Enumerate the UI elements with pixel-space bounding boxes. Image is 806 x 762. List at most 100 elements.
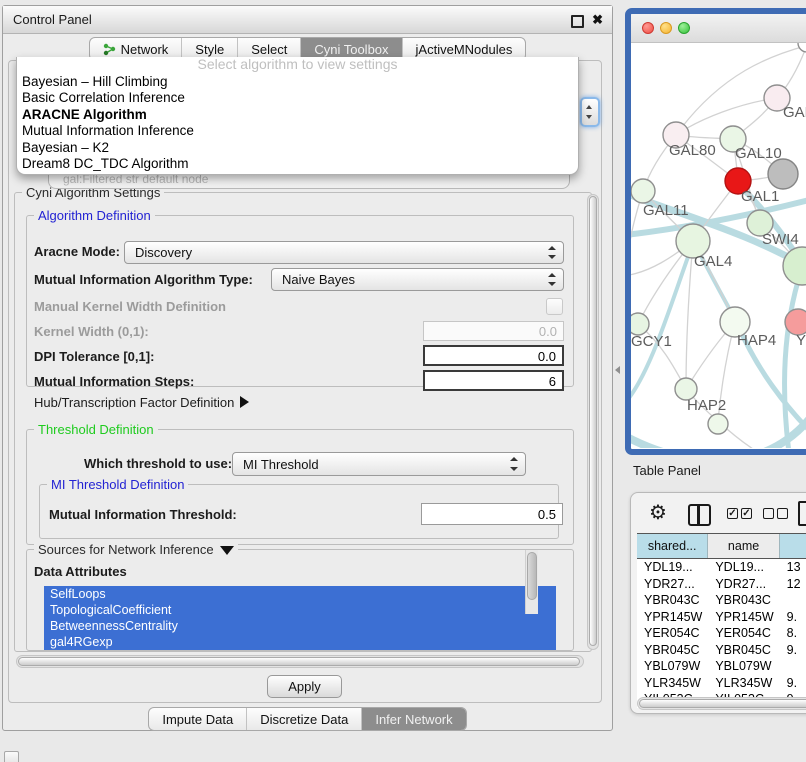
bottom-tab-impute-data[interactable]: Impute Data [149, 708, 247, 730]
table-row[interactable]: YER054CYER054C8. [637, 625, 806, 642]
node-label: HAP2 [687, 397, 726, 414]
table-cell: 13 [780, 559, 806, 576]
table-cell: 9. [780, 609, 806, 626]
mi-type-combo[interactable]: Naive Bayes [271, 268, 564, 291]
table-cell: YLR345W [708, 675, 779, 692]
bottom-tabbar: Impute DataDiscretize DataInfer Network [3, 707, 612, 731]
table-panel-window: ⚙ ✓✓ shared...name YDL19...YDL19...13YDR… [630, 492, 806, 714]
data-attribute-item[interactable]: SelfLoops [44, 586, 556, 602]
algorithm-option[interactable]: Bayesian – K2 [17, 140, 578, 156]
sources-group: Sources for Network Inference Data Attri… [26, 549, 574, 651]
gear-icon[interactable]: ⚙ [649, 500, 667, 525]
table-row[interactable]: YBL079WYBL079W [637, 658, 806, 675]
table-cell: YBR045C [637, 642, 708, 659]
network-node[interactable] [708, 414, 728, 434]
panel-divider-handle[interactable] [615, 366, 620, 374]
table-cell: 12 [780, 576, 806, 593]
table-cell: YER054C [708, 625, 779, 642]
table-row[interactable]: YBR043CYBR043C [637, 592, 806, 609]
sources-group-label[interactable]: Sources for Network Inference [34, 542, 238, 557]
table-cell: YBR043C [708, 592, 779, 609]
which-threshold-combo[interactable]: MI Threshold [232, 452, 526, 476]
node-table: shared...name YDL19...YDL19...13YDR27...… [637, 533, 806, 708]
table-cell [780, 592, 806, 609]
table-row[interactable]: YDR27...YDR27...12 [637, 576, 806, 593]
manual-kernel-checkbox[interactable] [546, 298, 563, 315]
float-panel-icon[interactable] [571, 15, 584, 28]
network-node-gal11[interactable] [631, 179, 655, 203]
combo-arrows-icon [548, 269, 556, 290]
minimize-traffic-light-icon[interactable] [660, 22, 672, 34]
aracne-mode-combo[interactable]: Discovery [124, 241, 564, 264]
table-cell: YLR345W [637, 675, 708, 692]
algorithm-option[interactable]: Basic Correlation Inference [17, 90, 578, 106]
table-cell: YDL19... [637, 559, 708, 576]
mi-threshold-input[interactable]: 0.5 [421, 503, 563, 525]
dpi-tolerance-label: DPI Tolerance [0,1]: [34, 349, 154, 364]
table-cell: YBR045C [708, 642, 779, 659]
threshold-definition-group: Threshold Definition Which threshold to … [26, 429, 574, 545]
columns-icon[interactable] [688, 504, 711, 526]
apply-button[interactable]: Apply [267, 675, 342, 698]
algorithm-option[interactable]: ARACNE Algorithm [17, 107, 578, 123]
combo-arrows-icon [548, 242, 556, 263]
algorithm-option[interactable]: Mutual Information Inference [17, 123, 578, 139]
table-cell: 9. [780, 675, 806, 692]
table-row[interactable]: YLR345WYLR345W9. [637, 675, 806, 692]
select-all-checks-icon[interactable]: ✓✓ [727, 508, 752, 519]
bottom-tab-infer-network[interactable]: Infer Network [362, 708, 465, 730]
mi-threshold-definition-label: MI Threshold Definition [47, 477, 188, 492]
mi-steps-input[interactable]: 6 [423, 370, 564, 391]
algorithm-definition-label: Algorithm Definition [34, 208, 155, 223]
spinner-up-icon [586, 105, 592, 109]
dpi-tolerance-input[interactable]: 0.0 [423, 345, 564, 366]
hub-definition-toggle[interactable]: Hub/Transcription Factor Definition [34, 395, 249, 410]
network-node-gcy1[interactable] [631, 313, 649, 335]
table-cell: YDL19... [708, 559, 779, 576]
table-cell: YPR145W [637, 609, 708, 626]
mi-threshold-definition-group: MI Threshold Definition Mutual Informati… [39, 484, 559, 539]
table-cell: 8. [780, 625, 806, 642]
table-cell: YDR27... [708, 576, 779, 593]
algorithm-dropdown-popup: Select algorithm to view settings Bayesi… [16, 57, 579, 175]
settings-horizontal-scrollbar[interactable] [16, 655, 584, 668]
table-horizontal-scrollbar[interactable] [637, 697, 806, 710]
algorithm-option[interactable]: Dream8 DC_TDC Algorithm [17, 156, 578, 172]
algorithm-option[interactable]: Bayesian – Hill Climbing [17, 74, 578, 90]
document-icon[interactable] [798, 501, 806, 526]
table-row[interactable]: YPR145WYPR145W9. [637, 609, 806, 626]
column-header[interactable] [780, 534, 806, 558]
close-icon[interactable]: ✖ [592, 6, 603, 34]
zoom-traffic-light-icon[interactable] [678, 22, 690, 34]
settings-vertical-scrollbar[interactable] [587, 194, 599, 650]
network-icon [103, 43, 116, 56]
cyni-algorithm-settings-group: Cyni Algorithm Settings Algorithm Defini… [14, 192, 592, 652]
data-attributes-label: Data Attributes [34, 564, 127, 579]
expanded-arrow-icon [220, 546, 234, 555]
table-row[interactable]: YDL19...YDL19...13 [637, 559, 806, 576]
close-traffic-light-icon[interactable] [642, 22, 654, 34]
algorithm-combo-spinner[interactable] [580, 97, 600, 127]
table-row[interactable]: YBR045CYBR045C9. [637, 642, 806, 659]
control-panel-titlebar: Control Panel ✖ [3, 6, 612, 34]
column-header[interactable]: name [708, 534, 779, 558]
network-canvas[interactable]: GAL8GAL80GAL10GAL1GAL11SWI4GAL4GCY1HAP4Y… [631, 43, 806, 448]
data-attributes-list[interactable]: SelfLoopsTopologicalCoefficientBetweenne… [44, 586, 556, 650]
deselect-all-checks-icon[interactable] [763, 508, 788, 519]
bottom-tab-discretize-data[interactable]: Discretize Data [247, 708, 362, 730]
table-cell: YER054C [637, 625, 708, 642]
network-node[interactable] [798, 43, 806, 52]
combo-arrows-icon [510, 453, 518, 475]
data-attribute-item[interactable]: gal4RGexp [44, 634, 556, 650]
aracne-mode-label: Aracne Mode: [34, 244, 120, 259]
kernel-width-input[interactable]: 0.0 [423, 321, 564, 341]
data-attribute-item[interactable]: BetweennessCentrality [44, 618, 556, 634]
column-header[interactable]: shared... [637, 534, 708, 558]
network-node[interactable] [768, 159, 798, 189]
panel-grip-icon[interactable] [4, 751, 19, 762]
list-vertical-scrollbar[interactable] [525, 550, 538, 614]
algorithm-definition-group: Algorithm Definition Aracne Mode: Discov… [26, 215, 574, 387]
node-label: GAL1 [741, 188, 779, 205]
data-attribute-item[interactable]: TopologicalCoefficient [44, 602, 556, 618]
table-cell: YBL079W [708, 658, 779, 675]
